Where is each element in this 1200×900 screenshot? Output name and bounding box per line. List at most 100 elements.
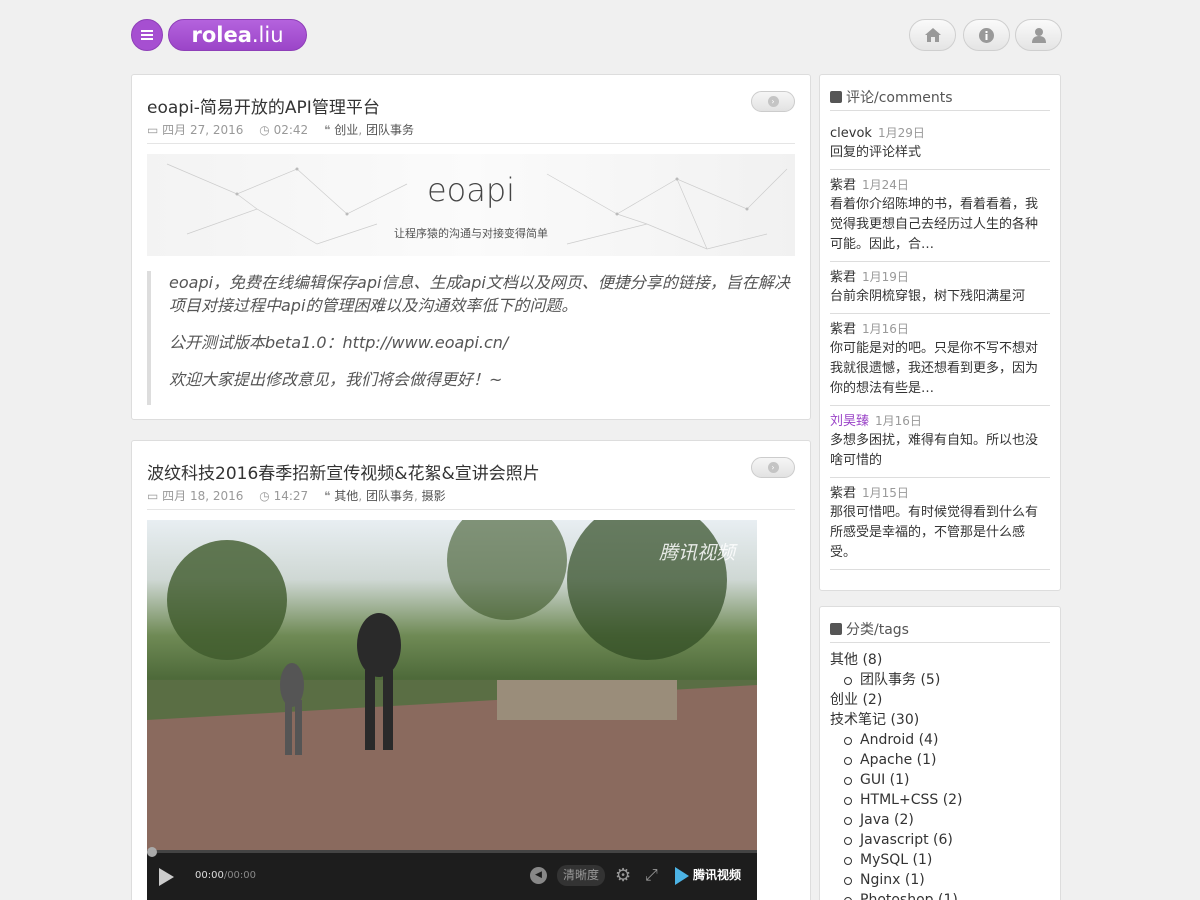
tag-link[interactable]: MySQL (1): [830, 850, 1050, 870]
puzzle-icon: [830, 91, 842, 103]
post-card: eoapi-简易开放的API管理平台 › ▭ 四月 27, 2016 ◷ 02:…: [131, 74, 811, 420]
comment-item[interactable]: 紫君 1月16日你可能是对的吧。只是你不写不想对我就很遗憾，我还想看到更多，因为你…: [830, 314, 1050, 406]
volume-icon[interactable]: ◀: [530, 867, 547, 884]
tag-link[interactable]: HTML+CSS (2): [830, 790, 1050, 810]
clock-icon: ◷: [259, 489, 270, 503]
video-progress-bar[interactable]: [147, 847, 757, 857]
post-date: 四月 27, 2016: [162, 123, 244, 137]
comment-date: 1月29日: [877, 126, 925, 140]
excerpt-paragraph: 欢迎大家提出修改意见，我们将会做得更好！~: [169, 370, 503, 389]
tags-widget: 分类/tags 其他 (8) 团队事务 (5) 创业 (2) 技术笔记 (30) And…: [819, 606, 1061, 900]
divider: [147, 143, 795, 144]
chevron-right-icon: ›: [767, 462, 779, 473]
comment-item[interactable]: 刘昊臻 1月16日多想多困扰，难得有自知。所以也没啥可惜的: [830, 406, 1050, 478]
comment-item[interactable]: 紫君 1月24日 看着你介绍陈坤的书，看着看着，我觉得我更想自己去经历过人生的各种可…: [830, 170, 1050, 262]
site-logo[interactable]: rolea.liu: [168, 19, 307, 51]
post-time: 14:27: [273, 489, 309, 503]
tag-link[interactable]: 团队事务 (5): [830, 670, 1050, 690]
calendar-icon: ▭: [147, 489, 159, 503]
comment-text[interactable]: 看着你介绍陈坤的书，看着看着，我觉得我更想自己去经历过人生的各种可能。因此，合…: [830, 195, 1050, 255]
tag-link[interactable]: Java (2): [830, 810, 1050, 830]
post-card: 波纹科技2016春季招新宣传视频&花絮&宣讲会照片 › ▭ 四月 18, 201…: [131, 440, 811, 900]
chevron-right-icon: ›: [767, 96, 779, 107]
puzzle-icon: [830, 623, 842, 635]
user-button[interactable]: [1015, 19, 1062, 51]
post-tag[interactable]: 团队事务: [366, 489, 414, 503]
comment-author[interactable]: 紫君: [830, 178, 856, 193]
tag-link[interactable]: Android (4): [830, 730, 1050, 750]
comment-text[interactable]: 你可能是对的吧。只是你不写不想对我就很遗憾，我还想看到更多，因为你的想法有些是…: [830, 339, 1050, 399]
post-expand-toggle[interactable]: ›: [751, 91, 795, 112]
play-icon[interactable]: [159, 868, 174, 886]
comments-widget: 评论/comments clevok 1月29日回复的评论样式紫君 1月24日 看着你…: [819, 74, 1061, 591]
tag-link[interactable]: Apache (1): [830, 750, 1050, 770]
comment-item[interactable]: 紫君 1月19日 台前余阴梳穿银，树下残阳满星河: [830, 262, 1050, 314]
quote-icon: ❝: [324, 489, 331, 503]
comment-item[interactable]: clevok 1月29日回复的评论样式: [830, 120, 1050, 170]
tag-link[interactable]: GUI (1): [830, 770, 1050, 790]
video-frame[interactable]: 腾讯视频: [147, 520, 757, 850]
video-controls: 00:00/00:00 ◀ 清晰度 ⚙ ⤢ 腾讯视频: [147, 847, 757, 900]
menu-button[interactable]: [131, 19, 163, 51]
comment-text[interactable]: 台前余阴梳穿银，树下残阳满星河: [830, 287, 1050, 307]
quote-icon: ❝: [324, 123, 331, 137]
comment-text[interactable]: 那很可惜吧。有时候觉得看到什么有所感受是幸福的，不管那是什么感受。: [830, 503, 1050, 563]
widget-title: 分类/tags: [830, 619, 1050, 643]
home-icon: [924, 28, 941, 42]
comment-text[interactable]: 多想多困扰，难得有自知。所以也没啥可惜的: [830, 431, 1050, 471]
tag-link[interactable]: Nginx (1): [830, 870, 1050, 890]
post-title[interactable]: 波纹科技2016春季招新宣传视频&花絮&宣讲会照片: [147, 459, 540, 484]
about-button[interactable]: [963, 19, 1010, 51]
video-time: 00:00/00:00: [195, 870, 256, 881]
post-time: 02:42: [273, 123, 309, 137]
video-player[interactable]: 腾讯视频 00:00/00:00 ◀ 清晰度 ⚙ ⤢ 腾讯视频: [147, 520, 757, 900]
info-icon: [979, 27, 994, 43]
comment-author[interactable]: 刘昊臻: [830, 414, 869, 429]
post-date: 四月 18, 2016: [162, 489, 244, 503]
post-excerpt: eoapi，免费在线编辑保存api信息、生成api文档以及网页、便捷分享的链接，…: [147, 271, 795, 405]
current-time: 00:00: [195, 870, 224, 881]
progress-knob[interactable]: [147, 847, 157, 857]
quality-button[interactable]: 清晰度: [557, 865, 605, 886]
tag-link[interactable]: 技术笔记 (30): [830, 710, 1050, 730]
post-title[interactable]: eoapi-简易开放的API管理平台: [147, 93, 380, 118]
divider: [147, 509, 795, 510]
comment-author[interactable]: 紫君: [830, 486, 856, 501]
excerpt-paragraph[interactable]: 公开测试版本beta1.0：http://www.eoapi.cn/: [169, 331, 795, 354]
comment-item[interactable]: 紫君 1月15日 那很可惜吧。有时候觉得看到什么有所感受是幸福的，不管那是什么感受。: [830, 478, 1050, 570]
comment-author[interactable]: clevok: [830, 126, 872, 141]
tag-link[interactable]: 创业 (2): [830, 690, 1050, 710]
post-tag[interactable]: 创业: [334, 123, 358, 137]
comment-date: 1月16日: [862, 322, 909, 336]
post-tag[interactable]: 摄影: [422, 489, 446, 503]
tag-link[interactable]: 其他 (8): [830, 650, 1050, 670]
post-meta: ▭ 四月 18, 2016 ◷ 14:27 ❝ 其他, 团队事务, 摄影: [147, 489, 446, 503]
total-time: /00:00: [223, 870, 257, 881]
post-tag[interactable]: 团队事务: [366, 123, 414, 137]
tag-link[interactable]: Javascript (6): [830, 830, 1050, 850]
tencent-video-logo[interactable]: 腾讯视频: [675, 866, 741, 885]
comment-list: clevok 1月29日回复的评论样式紫君 1月24日 看着你介绍陈坤的书，看着看着，…: [830, 120, 1050, 570]
play-logo-icon: [675, 866, 689, 885]
comment-author[interactable]: 紫君: [830, 322, 856, 337]
clock-icon: ◷: [259, 123, 270, 137]
comment-text[interactable]: 回复的评论样式: [830, 143, 1050, 163]
user-icon: [1031, 27, 1046, 43]
widget-title: 评论/comments: [830, 87, 1050, 111]
excerpt-paragraph: eoapi，免费在线编辑保存api信息、生成api文档以及网页、便捷分享的链接，…: [169, 273, 790, 315]
comment-date: 1月16日: [875, 414, 922, 428]
post-expand-toggle[interactable]: ›: [751, 457, 795, 478]
tag-link[interactable]: Photoshop (1): [830, 890, 1050, 900]
fullscreen-icon[interactable]: ⤢: [645, 865, 658, 885]
banner-subtitle: 让程序猿的沟通与对接变得简单: [394, 227, 548, 240]
tag-list: 其他 (8) 团队事务 (5) 创业 (2) 技术笔记 (30) Android (4)…: [830, 650, 1050, 900]
post-tag[interactable]: 其他: [334, 489, 358, 503]
site-header: rolea.liu: [131, 19, 1062, 51]
comment-author[interactable]: 紫君: [830, 270, 856, 285]
video-watermark: 腾讯视频: [658, 542, 735, 564]
home-button[interactable]: [909, 19, 956, 51]
calendar-icon: ▭: [147, 123, 159, 137]
post-meta: ▭ 四月 27, 2016 ◷ 02:42 ❝ 创业, 团队事务: [147, 123, 414, 137]
video-scene-illustration: [147, 520, 757, 850]
gear-icon[interactable]: ⚙: [615, 865, 631, 886]
